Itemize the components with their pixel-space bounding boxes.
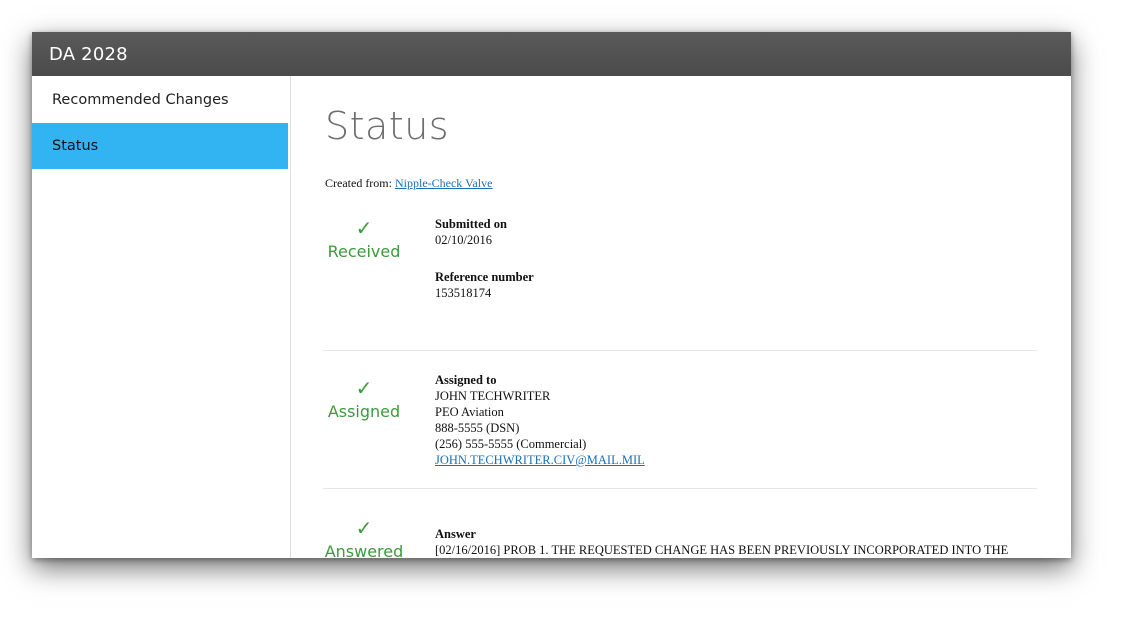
sidebar: Recommended Changes Status bbox=[32, 76, 291, 558]
status-state: Assigned bbox=[327, 402, 401, 421]
field-value: 153518174 bbox=[435, 286, 492, 300]
field-value: 02/10/2016 bbox=[435, 233, 492, 247]
assignee-dsn: 888-5555 (DSN) bbox=[435, 421, 520, 435]
checkmark-icon: ✓ bbox=[355, 516, 373, 540]
field-label: Submitted on bbox=[435, 217, 507, 231]
status-step-assigned: ✓ Assigned Assigned to JOHN TECHWRITER P… bbox=[323, 372, 1037, 472]
sidebar-item-recommended-changes[interactable]: Recommended Changes bbox=[32, 76, 288, 122]
field-label: Answer bbox=[435, 527, 476, 541]
step-details: Answer [02/16/2016] PROB 1. THE REQUESTE… bbox=[435, 526, 1035, 558]
title-bar: DA 2028 bbox=[32, 32, 1071, 76]
step-details: Submitted on 02/10/2016 Reference number… bbox=[435, 216, 1035, 301]
answer-text: [02/16/2016] PROB 1. THE REQUESTED CHANG… bbox=[435, 543, 1009, 557]
status-state: Received bbox=[327, 242, 401, 261]
checkmark-icon: ✓ bbox=[355, 376, 373, 400]
main-content: Status Created from: Nipple-Check Valve … bbox=[291, 76, 1071, 558]
field-label: Reference number bbox=[435, 270, 534, 284]
divider bbox=[323, 350, 1037, 351]
status-badge: ✓ Answered bbox=[323, 518, 405, 558]
assignee-email-link[interactable]: JOHN.TECHWRITER.CIV@MAIL.MIL bbox=[435, 452, 1035, 468]
app-window: DA 2028 Recommended Changes Status Statu… bbox=[32, 32, 1071, 558]
assignee-commercial: (256) 555-5555 (Commercial) bbox=[435, 437, 587, 451]
status-step-answered: ✓ Answered Answer [02/16/2016] PROB 1. T… bbox=[323, 518, 1037, 558]
assignee-org: PEO Aviation bbox=[435, 405, 504, 419]
status-badge: ✓ Received bbox=[323, 218, 405, 261]
window-title: DA 2028 bbox=[49, 44, 128, 65]
field-label: Assigned to bbox=[435, 373, 497, 387]
created-from-label: Created from: bbox=[325, 176, 392, 190]
status-badge: ✓ Assigned bbox=[323, 378, 405, 421]
assignee-name: JOHN TECHWRITER bbox=[435, 389, 551, 403]
sidebar-item-status[interactable]: Status bbox=[32, 123, 288, 169]
divider bbox=[323, 488, 1037, 489]
page-title: Status bbox=[325, 104, 450, 148]
status-state: Answered bbox=[324, 542, 404, 558]
step-details: Assigned to JOHN TECHWRITER PEO Aviation… bbox=[435, 372, 1035, 468]
sidebar-item-label: Recommended Changes bbox=[52, 92, 229, 108]
sidebar-item-label: Status bbox=[52, 138, 99, 154]
checkmark-icon: ✓ bbox=[355, 216, 373, 240]
created-from-link[interactable]: Nipple-Check Valve bbox=[395, 176, 492, 190]
created-from: Created from: Nipple-Check Valve bbox=[325, 176, 492, 191]
status-step-received: ✓ Received Submitted on 02/10/2016 Refer… bbox=[323, 216, 1037, 316]
